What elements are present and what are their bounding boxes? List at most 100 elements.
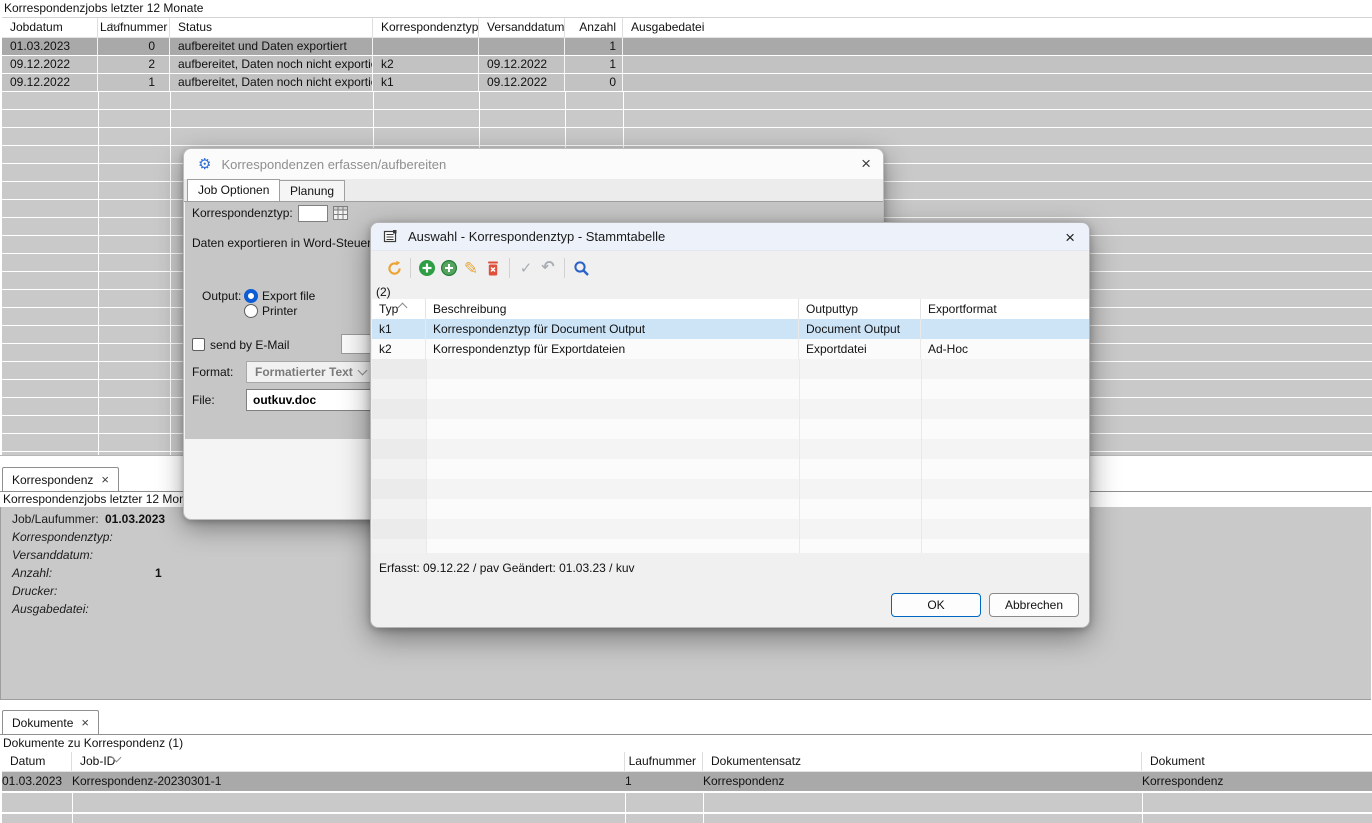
field-value-job-laufnummer: 01.03.2023 xyxy=(105,512,165,527)
cell-status: aufbereitet, Daten noch nicht exportiert xyxy=(170,56,373,73)
cell-outputtyp: Document Output xyxy=(799,319,921,339)
cell-status: aufbereitet, Daten noch nicht exportiert xyxy=(170,74,373,91)
table-lookup-icon[interactable] xyxy=(333,206,348,223)
radio-export-file-label[interactable]: Export file xyxy=(262,288,315,304)
close-icon[interactable]: × xyxy=(1065,225,1075,251)
column-header-anzahl[interactable]: Anzahl xyxy=(565,18,623,37)
export-hint-text: Daten exportieren in Word-Steuerdatei xyxy=(192,235,397,251)
cell-versanddatum xyxy=(479,38,565,55)
format-select[interactable]: Formatierter Text xyxy=(246,361,375,383)
cell-datum: 01.03.2023 xyxy=(2,772,72,791)
search-button[interactable] xyxy=(570,257,592,279)
radio-printer-label[interactable]: Printer xyxy=(262,303,297,319)
edit-button[interactable]: ✎ xyxy=(460,257,482,279)
column-header-dokumentensatz[interactable]: Dokumentensatz xyxy=(703,752,1142,771)
add-copy-icon xyxy=(440,259,458,277)
radio-printer[interactable] xyxy=(244,304,258,318)
auswahl-dialog-title: Auswahl - Korrespondenztyp - Stammtabell… xyxy=(408,229,665,244)
field-label-ausgabedatei: Ausgabedatei: xyxy=(12,602,89,617)
confirm-button[interactable]: ✓ xyxy=(515,257,537,279)
table-row[interactable]: 09.12.2022 2 aufbereitet, Daten noch nic… xyxy=(2,56,1372,73)
table-row[interactable]: k1 Korrespondenztyp für Document Output … xyxy=(372,319,1089,339)
output-label: Output: xyxy=(202,288,241,304)
cell-korrespondenztyp: k1 xyxy=(373,74,479,91)
column-header-outputtyp[interactable]: Outputtyp xyxy=(799,299,921,319)
column-header-korrespondenztyp[interactable]: Korrespondenztyp xyxy=(373,18,479,37)
add-copy-button[interactable] xyxy=(438,257,460,279)
tab-job-optionen[interactable]: Job Optionen xyxy=(187,179,280,202)
add-icon xyxy=(418,259,436,277)
field-label-drucker: Drucker: xyxy=(12,584,57,599)
cell-dokument: Korrespondenz xyxy=(1142,772,1372,791)
column-header-ausgabedatei[interactable]: Ausgabedatei xyxy=(623,18,1372,37)
jobs-table-header: Jobdatum Laufnummer Status Korrespondenz… xyxy=(2,18,1372,38)
table-list-icon xyxy=(383,229,398,244)
column-header-datum[interactable]: Datum xyxy=(2,752,72,771)
field-label-versanddatum: Versanddatum: xyxy=(12,548,93,563)
delete-button[interactable] xyxy=(482,257,504,279)
cell-jobdatum: 09.12.2022 xyxy=(2,56,98,73)
table-row[interactable]: k2 Korrespondenztyp für Exportdateien Ex… xyxy=(372,339,1089,359)
column-header-versanddatum[interactable]: Versanddatum xyxy=(479,18,565,37)
close-icon[interactable]: × xyxy=(861,151,871,177)
field-label-korrespondenztyp: Korrespondenztyp: xyxy=(12,530,113,545)
cell-jobdatum: 01.03.2023 xyxy=(2,38,98,55)
tab-korrespondenz[interactable]: Korrespondenz × xyxy=(2,467,119,491)
tab-planung[interactable]: Planung xyxy=(279,180,345,202)
tab-dokumente[interactable]: Dokumente × xyxy=(2,710,99,734)
cell-ausgabedatei xyxy=(623,38,1372,55)
undo-button[interactable]: ↶ xyxy=(537,257,559,279)
korrespondenztyp-label: Korrespondenztyp: xyxy=(192,205,293,221)
cell-exportformat xyxy=(921,319,1089,339)
column-header-dokument[interactable]: Dokument xyxy=(1142,752,1372,771)
job-dialog-titlebar: ⚙ Korrespondenzen erfassen/aufbereiten × xyxy=(184,149,883,179)
jobs-table-title: Korrespondenzjobs letzter 12 Monate xyxy=(2,0,1372,18)
cell-anzahl: 0 xyxy=(565,74,623,91)
column-header-exportformat[interactable]: Exportformat xyxy=(921,299,1089,319)
refresh-button[interactable] xyxy=(383,257,405,279)
cell-beschreibung: Korrespondenztyp für Exportdateien xyxy=(426,339,799,359)
record-count: (2) xyxy=(376,285,391,299)
table-row[interactable]: 09.12.2022 1 aufbereitet, Daten noch nic… xyxy=(2,74,1372,91)
cell-typ: k2 xyxy=(372,339,426,359)
column-separator xyxy=(426,359,427,553)
column-header-jobdatum[interactable]: Jobdatum xyxy=(2,18,98,37)
column-separator xyxy=(799,359,800,553)
cell-beschreibung: Korrespondenztyp für Document Output xyxy=(426,319,799,339)
send-by-email-checkbox[interactable] xyxy=(192,338,205,351)
table-row[interactable]: 01.03.2023 Korrespondenz-20230301-1 1 Ko… xyxy=(2,772,1372,791)
auswahl-toolbar: ✎ ✓ ↶ xyxy=(371,251,1089,285)
add-button[interactable] xyxy=(416,257,438,279)
column-header-job-id[interactable]: Job-ID xyxy=(72,752,625,771)
column-header-status[interactable]: Status xyxy=(170,18,373,37)
cell-versanddatum: 09.12.2022 xyxy=(479,56,565,73)
refresh-icon xyxy=(386,260,403,277)
cell-laufnummer: 2 xyxy=(98,56,170,73)
korrespondenztyp-input[interactable] xyxy=(298,205,328,222)
auswahl-dialog: Auswahl - Korrespondenztyp - Stammtabell… xyxy=(370,222,1090,628)
send-by-email-label[interactable]: send by E-Mail xyxy=(210,337,289,353)
dokumente-table-header: Datum Job-ID Laufnummer Dokumentensatz D… xyxy=(2,752,1372,772)
column-header-beschreibung[interactable]: Beschreibung xyxy=(426,299,799,319)
close-tab-icon[interactable]: × xyxy=(81,716,89,729)
cell-job-id: Korrespondenz-20230301-1 xyxy=(72,772,625,791)
cell-ausgabedatei xyxy=(623,56,1372,73)
cell-outputtyp: Exportdatei xyxy=(799,339,921,359)
column-header-laufnummer[interactable]: Laufnummer xyxy=(625,752,703,771)
field-value-anzahl: 1 xyxy=(155,566,162,581)
file-label: File: xyxy=(192,392,215,408)
column-header-laufnummer[interactable]: Laufnummer xyxy=(98,18,170,37)
job-dialog-tabstrip: Job Optionen Planung xyxy=(184,179,883,202)
table-row[interactable]: 01.03.2023 0 aufbereitet und Daten expor… xyxy=(2,38,1372,55)
cancel-button[interactable]: Abbrechen xyxy=(989,593,1079,617)
toolbar-separator xyxy=(564,258,565,278)
auswahl-table-header: Typ Beschreibung Outputtyp Exportformat xyxy=(372,299,1089,320)
radio-export-file[interactable] xyxy=(244,289,258,303)
typ-column-shading xyxy=(372,359,426,553)
cell-laufnummer: 1 xyxy=(625,772,703,791)
ok-button[interactable]: OK xyxy=(891,593,981,617)
format-select-value: Formatierter Text xyxy=(255,365,353,379)
cell-ausgabedatei xyxy=(623,74,1372,91)
dokumente-tabbar xyxy=(0,710,1372,735)
close-tab-icon[interactable]: × xyxy=(101,473,109,486)
